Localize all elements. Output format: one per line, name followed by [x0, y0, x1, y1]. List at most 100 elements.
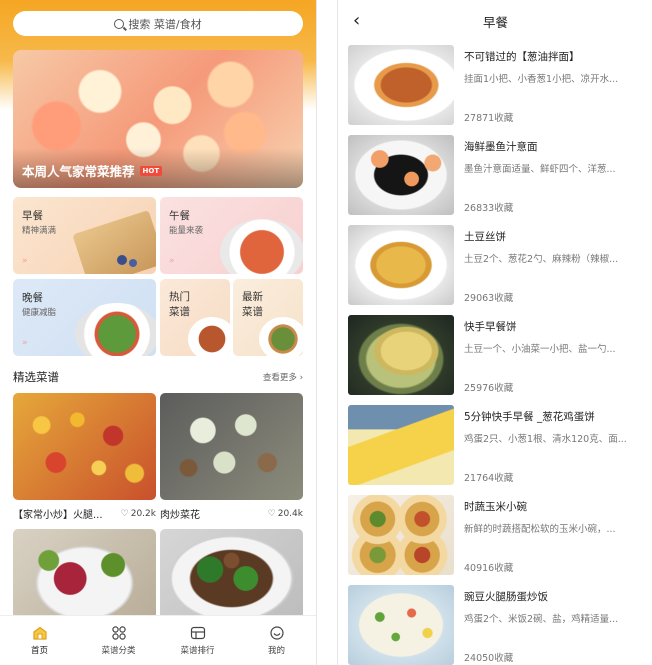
- featured-section-header: 精选菜谱 查看更多 ›: [13, 368, 303, 386]
- list-item[interactable]: 土豆丝饼 土豆2个、葱花2勺、麻辣粉（辣椒... 29063收藏: [348, 225, 648, 305]
- back-button[interactable]: ‹: [353, 10, 360, 31]
- profile-icon: [269, 625, 284, 640]
- home-screen: 搜索 菜谱/食材 本周人气家常菜推荐 HOT 早餐 精神满满 » 午餐 能量来袭…: [0, 0, 316, 665]
- favorite-count: 24050收藏: [464, 653, 514, 664]
- category-new-recipes[interactable]: 最新 菜谱: [233, 279, 303, 356]
- recipe-image: [13, 393, 156, 500]
- recipe-thumbnail: [348, 585, 454, 665]
- heart-icon: ♡: [120, 508, 129, 519]
- tab-profile[interactable]: 我的: [237, 616, 316, 665]
- dinner-dish-image: [75, 303, 156, 356]
- recipe-ingredients: 土豆一个、小油菜一小把、盐一勺...: [464, 344, 616, 355]
- nav-header: ‹ 早餐: [339, 0, 652, 42]
- list-item[interactable]: 海鲜墨鱼汁意面 墨鱼汁意面适量、鲜虾四个、洋葱... 26833收藏: [348, 135, 648, 215]
- category-lunch[interactable]: 午餐 能量来袭 »: [160, 197, 303, 274]
- search-icon: [114, 18, 125, 29]
- recipe-thumbnail: [348, 135, 454, 215]
- recipe-name: 不可错过的【葱油拌面】: [464, 51, 580, 63]
- recipe-card[interactable]: [160, 529, 303, 619]
- recipe-name: 【家常小炒】火腿...: [13, 510, 103, 521]
- category-title: 最新 菜谱: [242, 291, 263, 318]
- recipe-name: 土豆丝饼: [464, 231, 506, 243]
- arrows-icon: »: [169, 256, 174, 266]
- recipe-ingredients: 土豆2个、葱花2勺、麻辣粉（辣椒...: [464, 254, 619, 265]
- favorite-count: 29063收藏: [464, 293, 514, 304]
- banner-title-wrap: 本周人气家常菜推荐 HOT: [22, 161, 163, 180]
- category-title: 晚餐: [22, 292, 43, 304]
- banner-title: 本周人气家常菜推荐: [22, 164, 135, 179]
- category-breakfast[interactable]: 早餐 精神满满 »: [13, 197, 156, 274]
- favorite-count: 40916收藏: [464, 563, 514, 574]
- favorite-count: 21764收藏: [464, 473, 514, 484]
- search-placeholder: 搜索 菜谱/食材: [128, 17, 202, 31]
- recipe-image: [160, 393, 303, 500]
- recipe-card[interactable]: 肉炒菜花 ♡ 20.4k: [160, 393, 303, 521]
- recipe-card[interactable]: [13, 529, 156, 619]
- list-item[interactable]: 豌豆火腿肠蛋炒饭 鸡蛋2个、米饭2碗、盐，鸡精适量... 24050收藏: [348, 585, 648, 665]
- recipe-thumbnail: [348, 315, 454, 395]
- list-item[interactable]: 快手早餐饼 土豆一个、小油菜一小把、盐一勺... 25976收藏: [348, 315, 648, 395]
- section-title: 精选菜谱: [13, 370, 59, 384]
- hot-dish-image: [188, 317, 230, 356]
- new-dish-image: [259, 317, 303, 356]
- tab-ranking[interactable]: 菜谱排行: [158, 616, 237, 665]
- berry-image: [117, 255, 127, 265]
- arrows-icon: »: [22, 338, 27, 348]
- tab-label: 菜谱分类: [101, 645, 136, 656]
- category-title: 热门 菜谱: [169, 291, 190, 318]
- tab-home[interactable]: 首页: [0, 616, 79, 665]
- recipe-thumbnail: [348, 45, 454, 125]
- banner[interactable]: 本周人气家常菜推荐 HOT: [13, 50, 303, 188]
- ranking-icon: [190, 626, 205, 639]
- recipe-name: 豌豆火腿肠蛋炒饭: [464, 591, 548, 603]
- breakfast-list-screen: ‹ 早餐 不可错过的【葱油拌面】 挂面1小把、小香葱1小把、凉开水... 278…: [339, 0, 652, 665]
- list-item[interactable]: 不可错过的【葱油拌面】 挂面1小把、小香葱1小把、凉开水... 27871收藏: [348, 45, 648, 125]
- tab-label: 菜谱排行: [180, 645, 215, 656]
- home-icon: [32, 626, 47, 640]
- see-more-link[interactable]: 查看更多 ›: [263, 371, 303, 383]
- category-subtitle: 健康减脂: [22, 308, 57, 318]
- berry-image: [129, 259, 137, 267]
- lunch-dish-image: [220, 219, 303, 274]
- category-subtitle: 能量来袭: [169, 226, 204, 236]
- likes: ♡ 20.4k: [268, 509, 303, 519]
- favorite-count: 25976收藏: [464, 383, 514, 394]
- recipe-card[interactable]: 【家常小炒】火腿... ♡ 20.2k: [13, 393, 156, 521]
- hot-badge: HOT: [139, 165, 163, 176]
- recipe-image: [13, 529, 156, 619]
- likes: ♡ 20.2k: [121, 509, 156, 519]
- search-bar[interactable]: 搜索 菜谱/食材: [13, 11, 303, 36]
- page-title: 早餐: [482, 14, 508, 30]
- recipe-name: 海鲜墨鱼汁意面: [464, 141, 538, 153]
- category-hot-recipes[interactable]: 热门 菜谱: [160, 279, 230, 356]
- recipe-ingredients: 鸡蛋2只、小葱1根、清水120克、面...: [464, 434, 627, 445]
- recipe-thumbnail: [348, 495, 454, 575]
- list-item[interactable]: 时蔬玉米小碗 新鲜的时蔬搭配松软的玉米小碗，... 40916收藏: [348, 495, 648, 575]
- grid-icon: [111, 625, 126, 640]
- list-item[interactable]: 5分钟快手早餐 _葱花鸡蛋饼 鸡蛋2只、小葱1根、清水120克、面... 217…: [348, 405, 648, 485]
- arrows-icon: »: [22, 256, 27, 266]
- recipe-thumbnail: [348, 405, 454, 485]
- recipe-name: 5分钟快手早餐 _葱花鸡蛋饼: [464, 411, 595, 423]
- toast-image: [72, 210, 156, 274]
- recipe-ingredients: 鸡蛋2个、米饭2碗、盐，鸡精适量...: [464, 614, 619, 625]
- tab-label: 我的: [267, 645, 285, 656]
- category-subtitle: 精神满满: [22, 226, 57, 236]
- heart-icon: ♡: [267, 508, 276, 519]
- recipe-image: [160, 529, 303, 619]
- category-title: 早餐: [22, 210, 43, 222]
- category-dinner[interactable]: 晚餐 健康减脂 »: [13, 279, 156, 356]
- recipe-ingredients: 墨鱼汁意面适量、鲜虾四个、洋葱...: [464, 164, 616, 175]
- bottom-tab-bar: 首页 菜谱分类 菜谱排行 我的: [0, 615, 316, 665]
- recipe-name: 时蔬玉米小碗: [464, 501, 527, 513]
- tab-categories[interactable]: 菜谱分类: [79, 616, 158, 665]
- tab-label: 首页: [30, 645, 48, 656]
- likes-count: 20.4k: [277, 508, 303, 519]
- recipe-name: 快手早餐饼: [464, 321, 517, 333]
- recipe-name: 肉炒菜花: [160, 510, 200, 521]
- recipe-meta: 【家常小炒】火腿... ♡ 20.2k: [13, 506, 156, 522]
- screen-divider: [316, 0, 338, 665]
- likes-count: 20.2k: [130, 508, 156, 519]
- category-title: 午餐: [169, 210, 190, 222]
- recipe-meta: 肉炒菜花 ♡ 20.4k: [160, 506, 303, 522]
